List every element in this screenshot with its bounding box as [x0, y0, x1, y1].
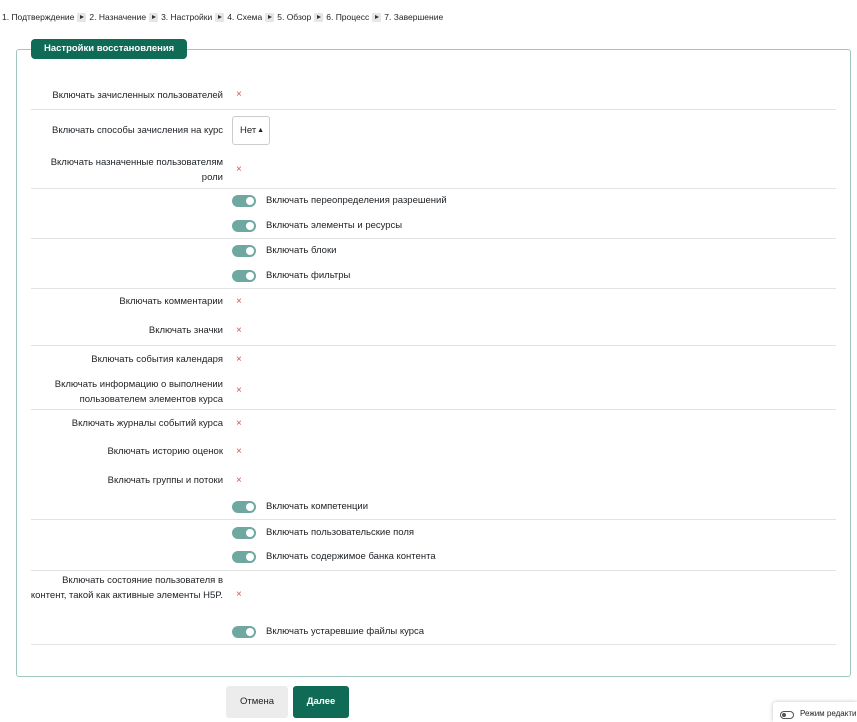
disabled-cross-icon: ×	[236, 164, 242, 175]
divider	[31, 519, 836, 520]
label-content-bank: Включать содержимое банка контента	[266, 551, 436, 562]
label-enrolled-users: Включать зачисленных пользователей	[52, 90, 223, 101]
breadcrumb-step-7: 7. Завершение	[384, 12, 444, 22]
disabled-cross-icon: ×	[236, 446, 242, 457]
divider	[31, 570, 836, 571]
enrol-methods-value: Нет	[240, 125, 257, 136]
label-badges: Включать значки	[148, 325, 223, 336]
breadcrumb-arrow-icon	[265, 12, 275, 22]
label-legacy-files: Включать устаревшие файлы курса	[266, 626, 425, 637]
next-button[interactable]: Далее	[293, 686, 349, 718]
label-enrol-methods: Включать способы зачисления на курс	[52, 125, 223, 136]
toggle-competencies[interactable]	[232, 501, 256, 513]
toggle-filters[interactable]	[232, 270, 256, 282]
enrol-methods-select[interactable]: Нет ▲	[232, 116, 270, 145]
breadcrumb-arrow-icon	[215, 12, 225, 22]
divider	[31, 109, 836, 110]
label-activities: Включать элементы и ресурсы	[266, 220, 403, 231]
restore-settings-legend[interactable]: Настройки восстановления	[31, 39, 188, 59]
disabled-cross-icon: ×	[236, 325, 242, 336]
divider	[31, 288, 836, 289]
disabled-cross-icon: ×	[236, 589, 242, 600]
label-filters: Включать фильтры	[266, 270, 351, 281]
disabled-cross-icon: ×	[236, 385, 242, 396]
breadcrumb-step-2: 2. Назначение	[89, 12, 147, 22]
divider	[31, 238, 836, 239]
divider	[31, 409, 836, 410]
breadcrumb-step-3: 3. Настройки	[161, 12, 213, 22]
breadcrumb-arrow-icon	[314, 12, 324, 22]
label-comments: Включать комментарии	[119, 296, 223, 307]
toggle-custom-fields[interactable]	[232, 527, 256, 539]
toggle-switch-icon[interactable]	[780, 711, 794, 719]
toggle-blocks[interactable]	[232, 245, 256, 257]
breadcrumb-arrow-icon	[372, 12, 382, 22]
disabled-cross-icon: ×	[236, 89, 242, 100]
disabled-cross-icon: ×	[236, 475, 242, 486]
breadcrumb: 1. Подтверждение 2. Назначение 3. Настро…	[2, 12, 443, 22]
disabled-cross-icon: ×	[236, 354, 242, 365]
label-permission-overrides: Включать переопределения разрешений	[266, 195, 447, 206]
divider	[31, 188, 836, 189]
disabled-cross-icon: ×	[236, 418, 242, 429]
divider	[31, 345, 836, 346]
breadcrumb-step-5: 5. Обзор	[277, 12, 312, 22]
breadcrumb-arrow-icon	[149, 12, 159, 22]
divider	[31, 644, 836, 645]
label-grade-history: Включать историю оценок	[107, 446, 223, 457]
breadcrumb-step-6: 6. Процесс	[326, 12, 370, 22]
toggle-content-bank[interactable]	[232, 551, 256, 563]
label-custom-fields: Включать пользовательские поля	[266, 527, 415, 538]
toggle-permission-overrides[interactable]	[232, 195, 256, 207]
label-completion-info: Включать информацию о выполнении пользов…	[54, 379, 223, 405]
label-calendar-events: Включать события календаря	[91, 354, 223, 365]
toggle-legacy-files[interactable]	[232, 626, 256, 638]
select-arrows-icon: ▲	[257, 127, 264, 134]
edit-mode-switch[interactable]: Режим редактирования	[773, 702, 857, 722]
label-groups: Включать группы и потоки	[107, 475, 223, 486]
label-xapi-state: Включать состояние пользователя в контен…	[30, 575, 223, 601]
breadcrumb-step-1: 1. Подтверждение	[2, 12, 75, 22]
label-role-assignments: Включать назначенные пользователям роли	[50, 157, 223, 183]
cancel-button[interactable]: Отмена	[226, 686, 288, 718]
breadcrumb-arrow-icon	[77, 12, 87, 22]
breadcrumb-step-4: 4. Схема	[227, 12, 263, 22]
label-logs: Включать журналы событий курса	[71, 418, 223, 429]
toggle-activities[interactable]	[232, 220, 256, 232]
disabled-cross-icon: ×	[236, 296, 242, 307]
label-blocks: Включать блоки	[266, 245, 337, 256]
edit-mode-label: Режим редактирования	[800, 709, 857, 718]
label-competencies: Включать компетенции	[266, 501, 369, 512]
